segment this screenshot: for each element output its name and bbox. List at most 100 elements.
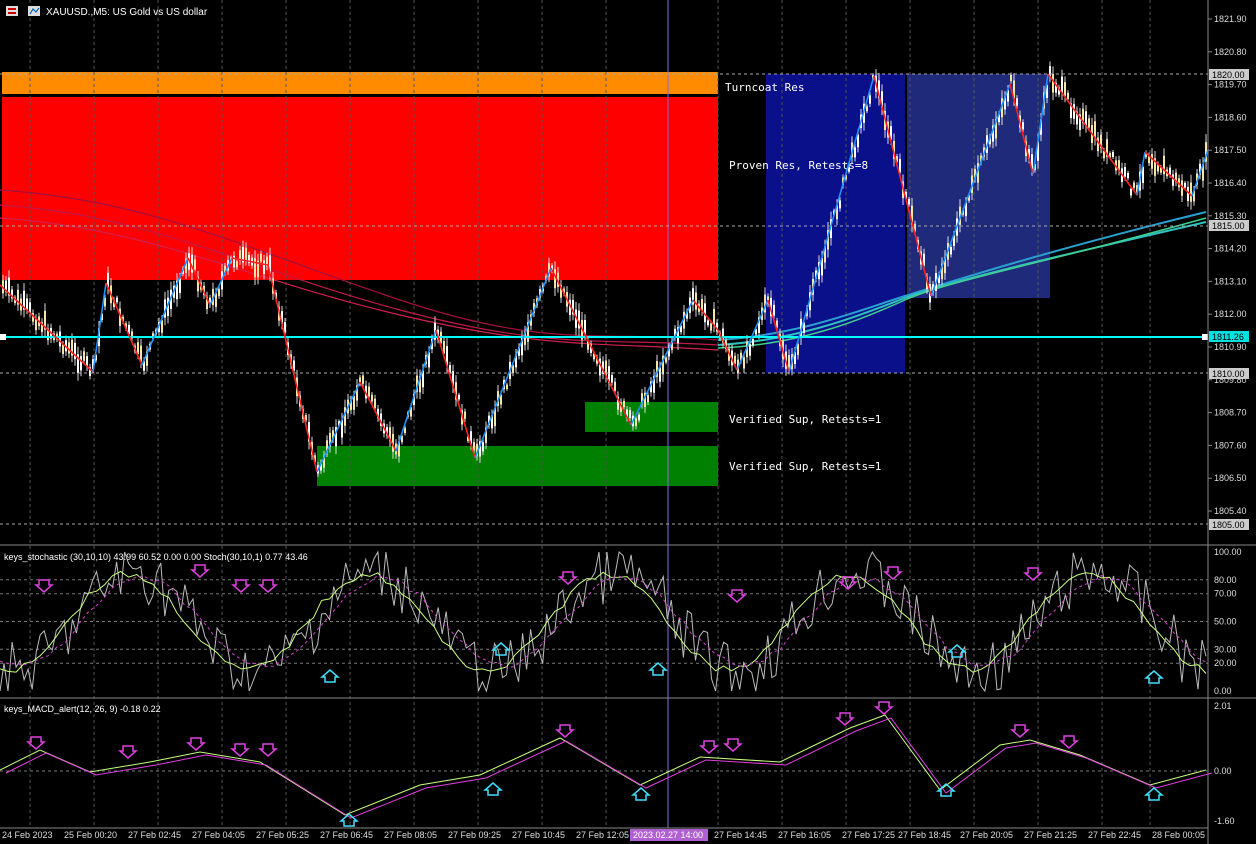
candle-body [713, 308, 715, 326]
candle-body [869, 95, 871, 104]
time-tick: 27 Feb 04:05 [192, 830, 245, 840]
candle-body [362, 375, 364, 384]
stoch-level: 70.00 [1214, 589, 1237, 599]
time-tick: 27 Feb 20:05 [960, 830, 1013, 840]
price-marker-top: 1820.00 [1212, 70, 1245, 80]
price-marker-low: 1810.00 [1212, 369, 1245, 379]
candle-body [368, 386, 370, 397]
candle-body [752, 338, 754, 346]
candle-body [1151, 154, 1153, 169]
candle-body [950, 247, 952, 255]
turncoat-resistance-zone [2, 72, 718, 94]
price-tick: 1815.30 [1214, 211, 1247, 221]
candle-body [1133, 182, 1135, 188]
price-tick: 1806.50 [1214, 473, 1247, 483]
price-tick: 1807.60 [1214, 440, 1247, 450]
candle-body [506, 384, 508, 390]
candle-body [83, 351, 85, 361]
candle-body [707, 320, 709, 326]
candle-body [839, 200, 841, 209]
candle-body [116, 297, 118, 303]
time-tick: 25 Feb 00:20 [64, 830, 117, 840]
candle-body [179, 278, 181, 293]
candle-body [1172, 174, 1174, 186]
time-tick: 24 Feb 2023 [2, 830, 53, 840]
time-tick: 27 Feb 08:05 [384, 830, 437, 840]
candle-body [623, 400, 625, 408]
macd-title: keys_MACD_alert(12, 26, 9) -0.18 0.22 [4, 704, 161, 714]
support-label-2: Verified Sup, Retests=1 [729, 460, 881, 473]
cyan-level-handle[interactable] [0, 334, 6, 340]
time-tick: 27 Feb 09:25 [448, 830, 501, 840]
candle-body [35, 318, 37, 331]
stoch-level: 50.00 [1214, 617, 1237, 627]
stoch-level: 0.00 [1214, 686, 1232, 696]
candle-body [1130, 188, 1132, 196]
candle-body [59, 331, 61, 347]
time-tick: 27 Feb 05:25 [256, 830, 309, 840]
chart-type-icon[interactable] [28, 6, 40, 16]
stoch-level: 80.00 [1214, 575, 1237, 585]
candle-body [1127, 172, 1129, 179]
candle-body [236, 261, 238, 268]
candle-body [26, 298, 28, 310]
price-marker-cyan: 1811.26 [1212, 332, 1244, 342]
candle-body [635, 418, 637, 427]
candle-body [1022, 122, 1024, 130]
candle-body [1112, 152, 1114, 158]
time-cursor-label: 2023.02.27 14:00 [633, 830, 703, 840]
candle-body [194, 259, 196, 270]
time-tick: 28 Feb 00:05 [1152, 830, 1205, 840]
time-tick: 27 Feb 10:45 [512, 830, 565, 840]
candle-body [371, 394, 373, 402]
stoch-level: 30.00 [1214, 644, 1237, 654]
candle-body [80, 356, 82, 371]
price-tick: 1817.50 [1214, 145, 1247, 155]
candle-body [629, 410, 631, 419]
price-tick: 1812.00 [1214, 309, 1247, 319]
candle-body [1052, 74, 1054, 93]
candle-body [866, 106, 868, 112]
chart-menu-icon[interactable] [6, 6, 18, 16]
candle-body [1067, 92, 1069, 100]
trading-chart[interactable]: Turncoat Res Proven Res, Retests=8 Verif… [0, 0, 1256, 844]
time-tick: 27 Feb 21:25 [1024, 830, 1077, 840]
stoch-level: 20.00 [1214, 658, 1237, 668]
price-tick: 1816.40 [1214, 178, 1247, 188]
candle-body [482, 442, 484, 452]
stoch-level: 100.00 [1214, 547, 1242, 557]
candle-body [749, 343, 751, 356]
candle-body [1190, 182, 1192, 202]
price-tick: 1810.90 [1214, 342, 1247, 352]
price-marker-bottom: 1805.00 [1212, 520, 1245, 530]
time-tick: 27 Feb 17:25 [842, 830, 895, 840]
candle-body [254, 258, 256, 278]
candle-body [908, 199, 910, 205]
price-tick: 1819.70 [1214, 80, 1247, 90]
price-tick: 1821.90 [1214, 14, 1247, 24]
macd-level: -1.60 [1214, 816, 1235, 826]
candle-body [1010, 75, 1012, 82]
price-tick: 1813.10 [1214, 276, 1247, 286]
candle-body [353, 396, 355, 410]
macd-level: 0.00 [1214, 766, 1232, 776]
candle-body [1184, 182, 1186, 188]
time-tick: 27 Feb 18:45 [898, 830, 951, 840]
candle-body [404, 427, 406, 434]
candle-body [374, 398, 376, 409]
price-tick: 1820.80 [1214, 47, 1247, 57]
support-zone-lower [317, 446, 718, 486]
candle-body [710, 323, 712, 331]
candle-body [638, 414, 640, 421]
candle-body [1097, 137, 1099, 152]
candle-body [611, 375, 613, 383]
price-marker-mid: 1815.00 [1212, 221, 1245, 231]
candle-body [665, 357, 667, 363]
candle-body [614, 381, 616, 391]
cyan-level-handle-right[interactable] [1202, 334, 1208, 340]
candle-body [695, 292, 697, 310]
candle-body [260, 253, 262, 262]
time-tick: 27 Feb 22:45 [1088, 830, 1141, 840]
candle-body [473, 441, 475, 451]
macd-level: 2.01 [1214, 701, 1232, 711]
